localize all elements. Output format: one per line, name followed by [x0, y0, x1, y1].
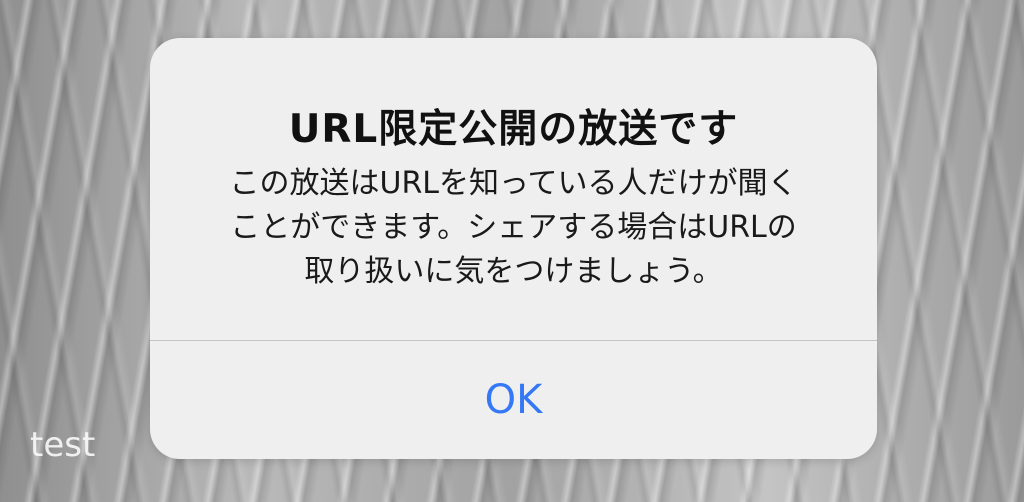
alert-message-line: 取り扱いに気をつけましょう。 — [304, 254, 723, 289]
alert-message-line: この放送はURLを知っている人だけが聞く — [229, 166, 798, 201]
alert-title: URL限定公開の放送です — [288, 107, 739, 152]
alert-message-line: ことができます。シェアする場合はURLの — [230, 210, 797, 245]
ok-button[interactable]: OK — [150, 341, 877, 459]
alert-message: この放送はURLを知っている人だけが聞く ことができます。シェアする場合はURL… — [194, 162, 834, 294]
watermark-text: test — [30, 425, 96, 465]
alert-content: URL限定公開の放送です この放送はURLを知っている人だけが聞く ことができま… — [150, 38, 877, 340]
alert-dialog: URL限定公開の放送です この放送はURLを知っている人だけが聞く ことができま… — [150, 38, 877, 459]
